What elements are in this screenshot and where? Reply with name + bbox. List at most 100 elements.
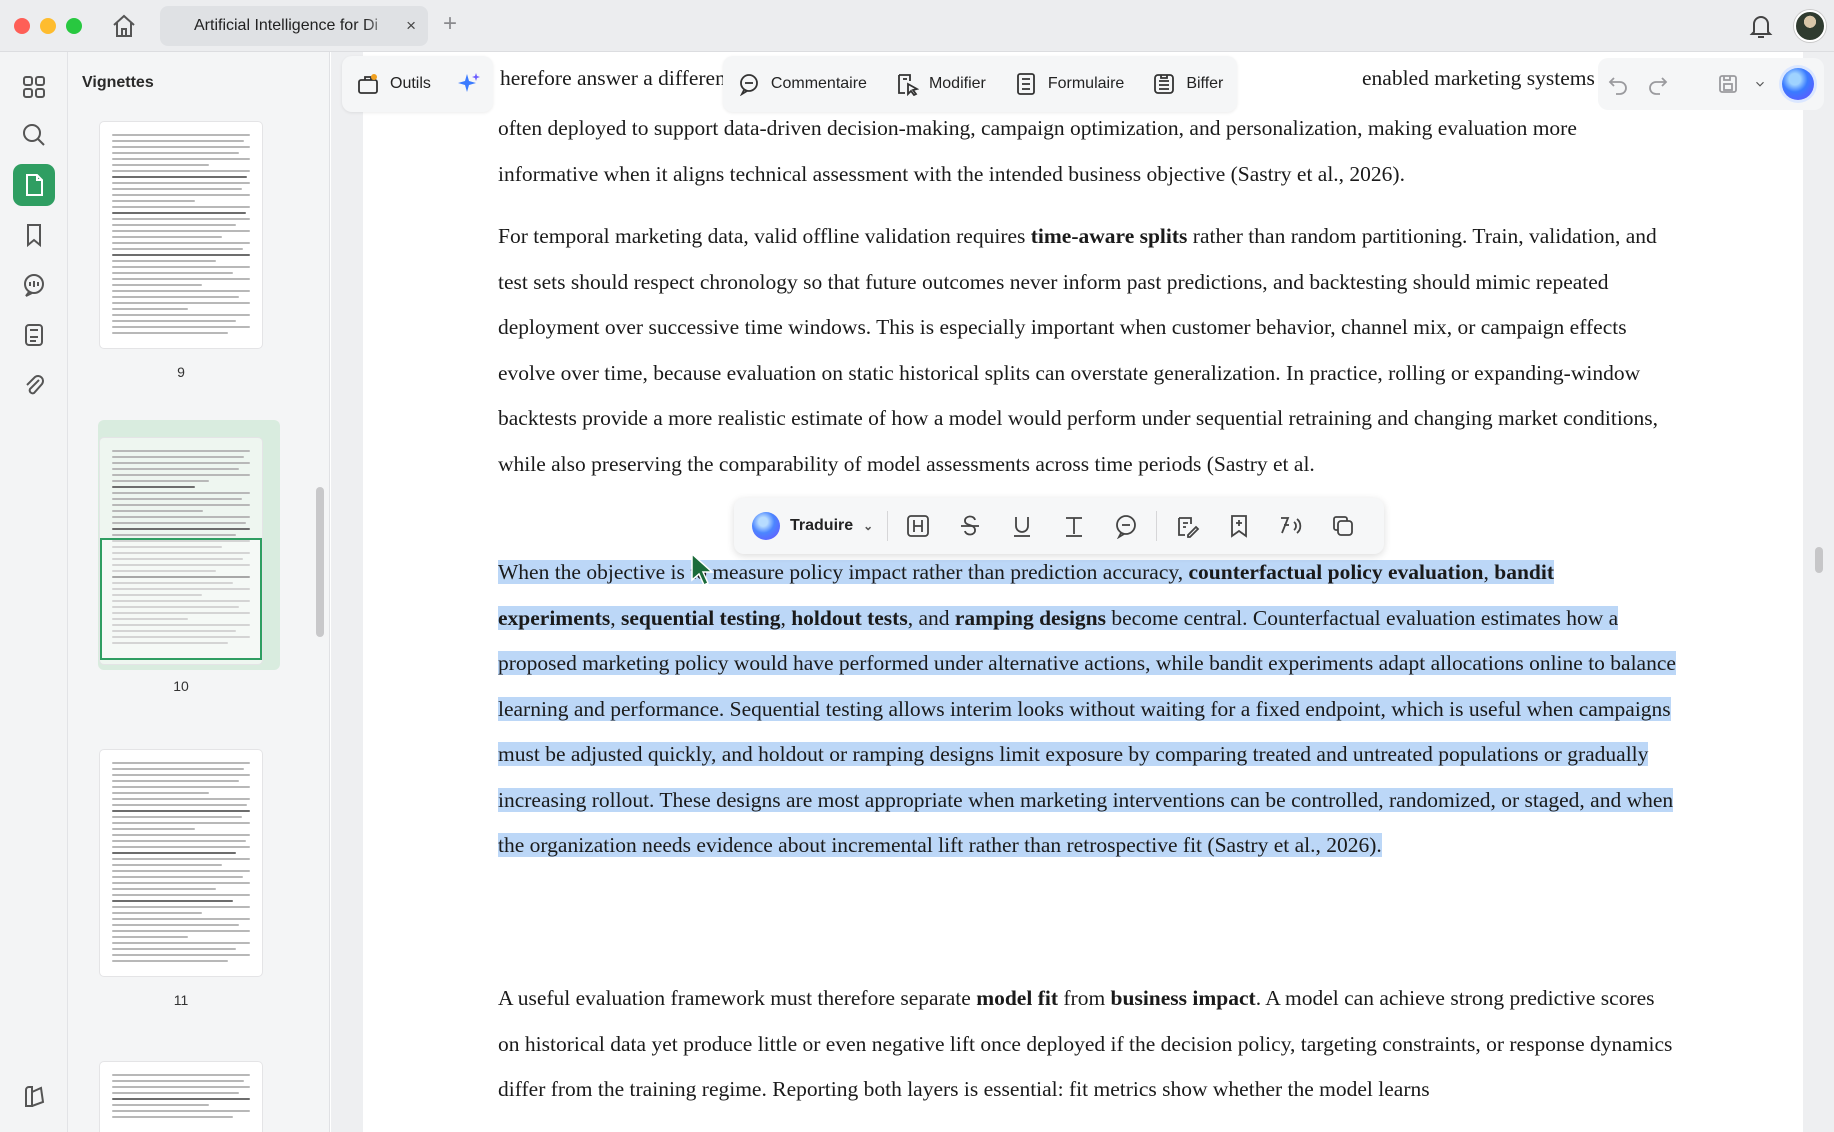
document-viewport[interactable]: often deployed to support data-driven de… bbox=[331, 52, 1834, 1132]
edit-text-button[interactable] bbox=[1161, 502, 1213, 550]
thumbnail-page-12[interactable] bbox=[100, 1062, 262, 1132]
undo-button[interactable] bbox=[1598, 64, 1638, 104]
bold-term: counterfactual policy evaluation bbox=[1188, 560, 1484, 584]
search-button[interactable] bbox=[13, 114, 55, 156]
ai-assistant-button[interactable] bbox=[445, 56, 493, 112]
page-text-behind-toolbar-right: enabled marketing systems bbox=[1362, 66, 1595, 90]
text-run: A useful evaluation framework must there… bbox=[498, 986, 977, 1010]
save-button[interactable] bbox=[1708, 64, 1748, 104]
zoom-window-button[interactable] bbox=[66, 18, 82, 34]
thumbnail-image bbox=[100, 1062, 262, 1132]
translate-dropdown[interactable]: Traduire ⌄ bbox=[742, 498, 883, 554]
comments-button[interactable] bbox=[13, 264, 55, 306]
form-icon bbox=[1016, 73, 1035, 95]
left-tool-rail bbox=[0, 52, 68, 1132]
thumbnail-page-10[interactable]: 10 bbox=[100, 438, 262, 694]
tools-button[interactable]: Outils bbox=[342, 56, 445, 112]
underline-button[interactable] bbox=[996, 502, 1048, 550]
comment-label: Commentaire bbox=[770, 75, 867, 92]
search-icon bbox=[23, 124, 45, 146]
thumbnail-viewport-indicator[interactable] bbox=[100, 538, 262, 660]
undo-icon bbox=[1608, 77, 1627, 95]
selected-text[interactable]: When the objective is to measure policy … bbox=[498, 560, 1676, 857]
document-page: often deployed to support data-driven de… bbox=[363, 52, 1803, 1132]
form-label: Formulaire bbox=[1047, 75, 1125, 92]
text-icon bbox=[1066, 517, 1083, 537]
bookmarks-button[interactable] bbox=[13, 214, 55, 256]
thumbnail-panel-title: Vignettes bbox=[82, 74, 154, 91]
edit-cursor-icon bbox=[898, 74, 919, 96]
page-icon bbox=[26, 174, 43, 196]
forms-button[interactable] bbox=[13, 314, 55, 356]
thumbnails-button[interactable] bbox=[13, 164, 55, 206]
new-tab-button[interactable]: + bbox=[443, 10, 457, 38]
bold-term: time-aware splits bbox=[1030, 224, 1188, 248]
form-button[interactable]: Formulaire bbox=[1000, 56, 1138, 112]
text-box-button[interactable] bbox=[1048, 502, 1100, 550]
copy-icon bbox=[1333, 516, 1354, 536]
chevron-down-icon: ⌄ bbox=[863, 519, 874, 533]
text-run: When the objective is to measure policy … bbox=[498, 560, 1189, 584]
separator bbox=[887, 511, 889, 541]
document-tab[interactable]: Artificial Intelligence for Di × bbox=[160, 6, 428, 46]
thumbnail-image bbox=[100, 750, 262, 976]
thumbnail-image bbox=[100, 122, 262, 348]
redact-label: Biffer bbox=[1186, 75, 1224, 92]
highlight-icon bbox=[907, 515, 930, 537]
read-aloud-icon bbox=[1281, 517, 1302, 534]
text-run: become central. Counterfactual evaluatio… bbox=[498, 605, 1676, 858]
read-aloud-button[interactable] bbox=[1265, 502, 1317, 550]
text-run: rather than random partitioning. Train, … bbox=[498, 224, 1659, 476]
thumbnail-page-9[interactable]: 9 bbox=[100, 122, 262, 380]
text-run: , bbox=[610, 605, 621, 630]
thumbnail-image bbox=[100, 438, 262, 664]
main-toolbar: Outils Commentaire Modifier Formulaire B… bbox=[342, 56, 1238, 112]
bold-term: ramping designs bbox=[954, 605, 1107, 630]
edit-button[interactable]: Modifier bbox=[881, 56, 1000, 112]
toolbox-icon bbox=[358, 74, 378, 94]
highlight-button[interactable] bbox=[892, 502, 944, 550]
document-scrollbar[interactable] bbox=[1815, 547, 1823, 573]
attachments-button[interactable] bbox=[13, 364, 55, 406]
separator bbox=[1156, 511, 1158, 541]
text-run: , bbox=[1483, 560, 1495, 584]
sidebar-toggle-button[interactable] bbox=[13, 1076, 55, 1118]
strikethrough-button[interactable] bbox=[944, 502, 996, 550]
home-icon[interactable] bbox=[110, 12, 138, 40]
ai-orb-icon bbox=[752, 512, 780, 540]
sidebar-toggle-icon bbox=[25, 1086, 45, 1107]
tools-label: Outils bbox=[390, 75, 431, 92]
comment-button[interactable]: Commentaire bbox=[723, 56, 881, 112]
paragraph-1: often deployed to support data-driven de… bbox=[498, 116, 1577, 186]
document-tab-title: Artificial Intelligence for Di bbox=[194, 17, 379, 34]
redact-icon bbox=[1154, 74, 1175, 94]
grid-icon bbox=[23, 76, 45, 98]
comment-icon bbox=[1116, 515, 1137, 539]
user-avatar[interactable] bbox=[1794, 10, 1826, 42]
chevron-down-icon bbox=[1756, 81, 1764, 87]
save-options-dropdown[interactable] bbox=[1748, 64, 1772, 104]
thumbnail-page-number: 11 bbox=[173, 992, 189, 1008]
thumbnail-page-11[interactable]: 11 bbox=[100, 750, 262, 1008]
paragraph-3-selected[interactable]: When the objective is to measure policy … bbox=[498, 550, 1676, 869]
add-bookmark-button[interactable] bbox=[1213, 502, 1265, 550]
add-comment-button[interactable] bbox=[1100, 502, 1152, 550]
bookmark-add-icon bbox=[1231, 515, 1248, 538]
bell-icon[interactable] bbox=[1748, 12, 1774, 40]
text-run: from bbox=[1058, 986, 1111, 1010]
redo-button[interactable] bbox=[1638, 64, 1678, 104]
tab-close-icon[interactable]: × bbox=[406, 16, 416, 36]
comment-icon bbox=[24, 274, 44, 297]
copy-button[interactable] bbox=[1317, 502, 1369, 550]
apps-grid-button[interactable] bbox=[13, 66, 55, 108]
redact-button[interactable]: Biffer bbox=[1138, 56, 1237, 112]
save-icon bbox=[1719, 75, 1737, 93]
selection-toolbar: Traduire ⌄ bbox=[734, 498, 1384, 554]
ai-assistant-orb-icon[interactable] bbox=[1782, 68, 1814, 100]
paperclip-icon bbox=[26, 375, 44, 395]
close-window-button[interactable] bbox=[14, 18, 30, 34]
mouse-cursor-icon bbox=[691, 552, 714, 587]
underline-icon bbox=[1014, 517, 1031, 537]
minimize-window-button[interactable] bbox=[40, 18, 56, 34]
